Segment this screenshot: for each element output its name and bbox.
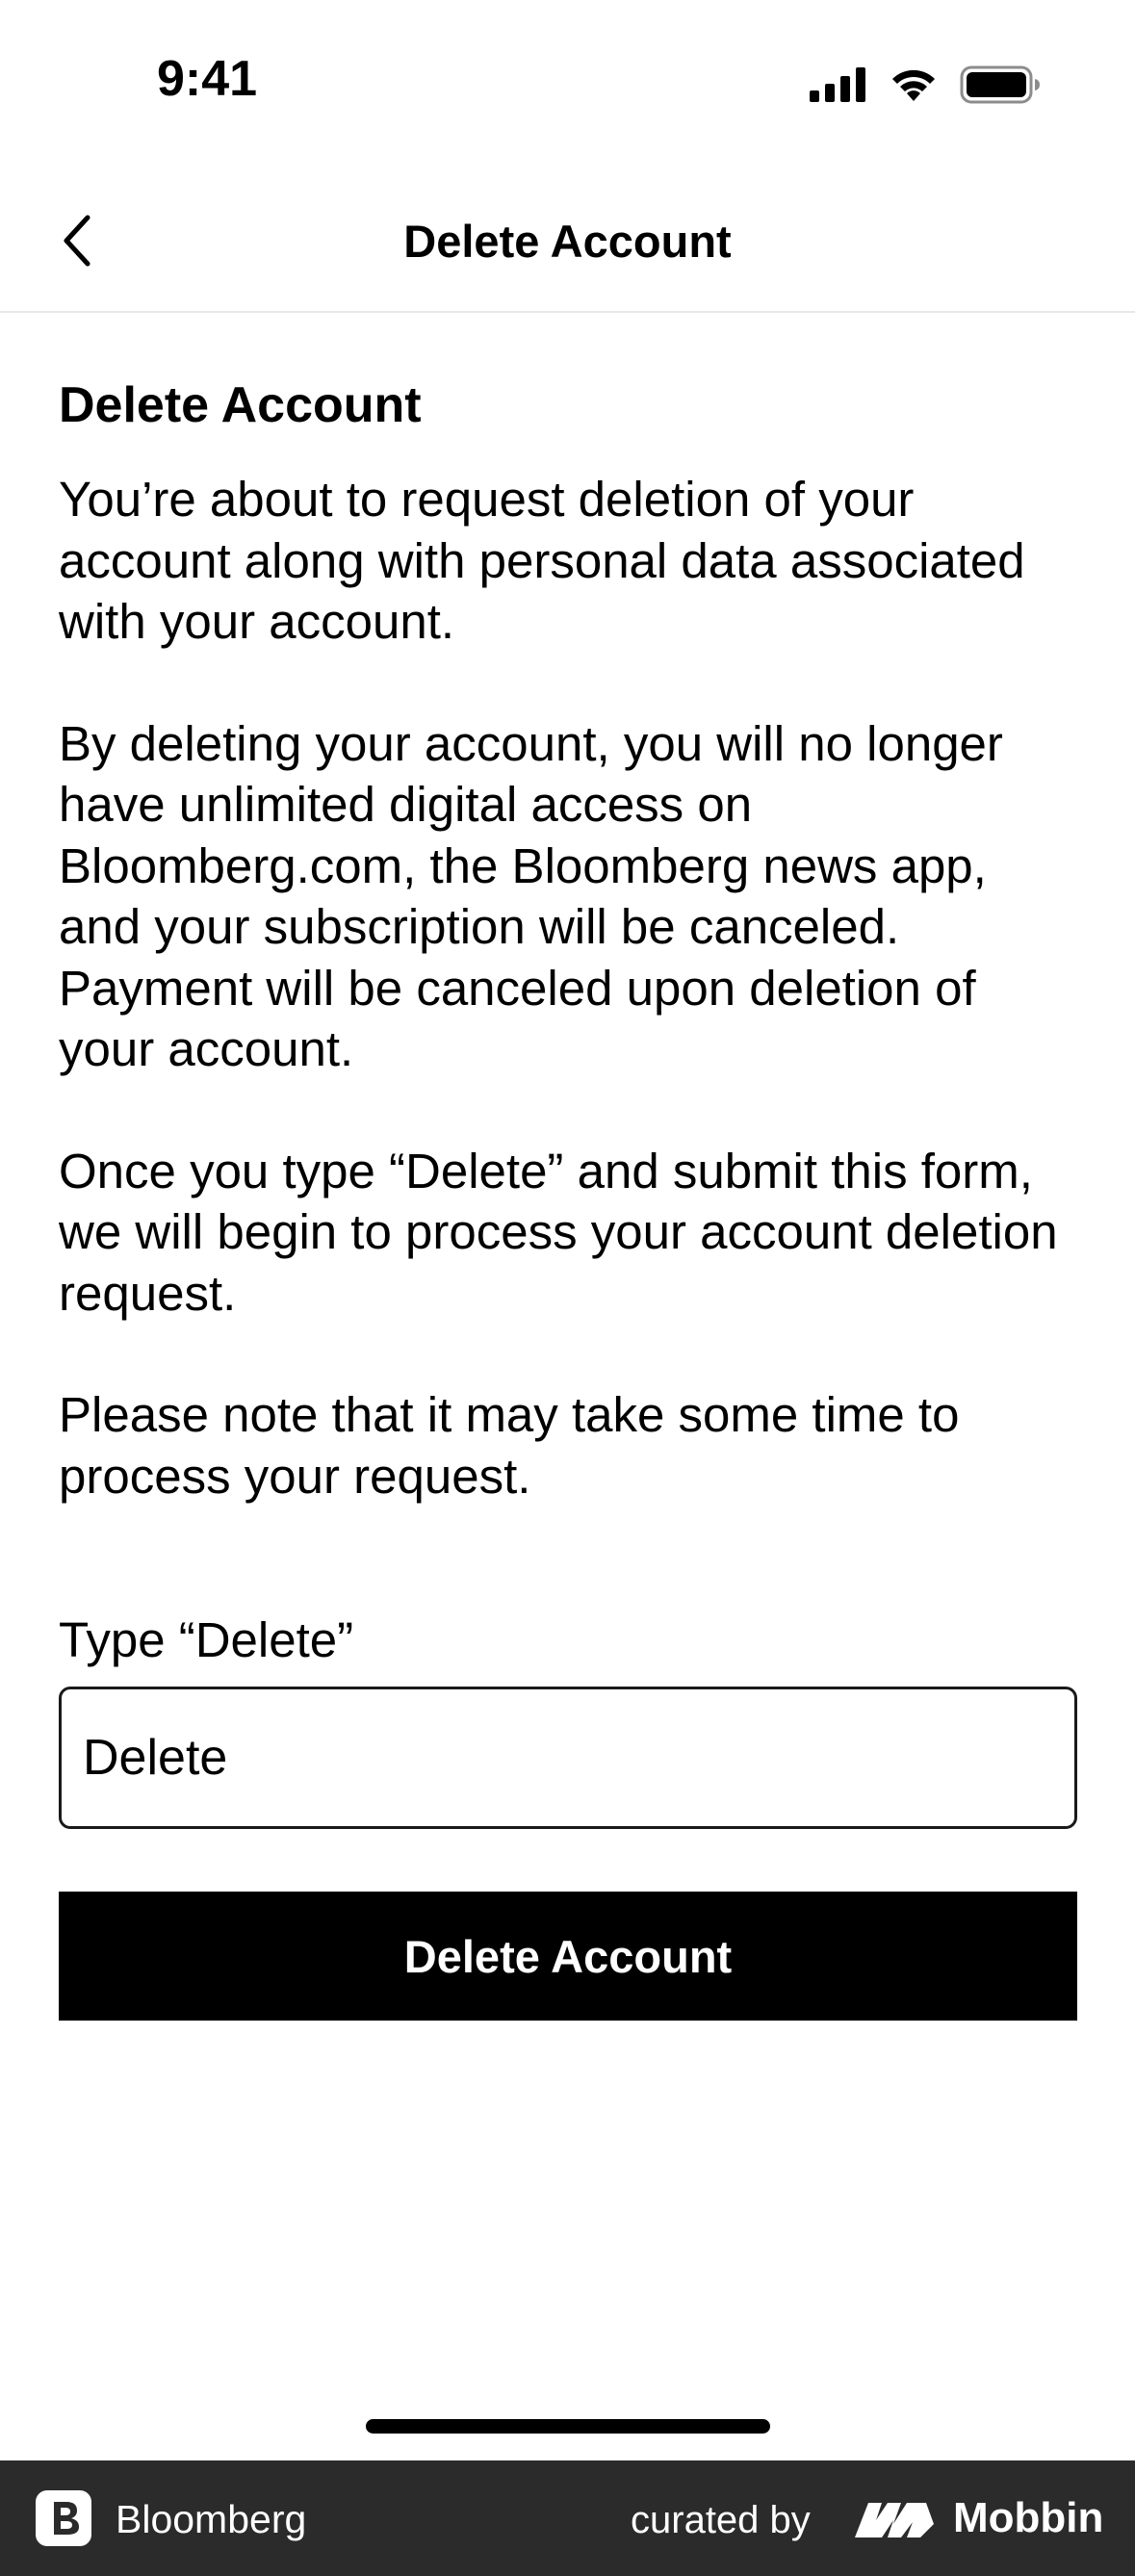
footer-mobbin: Mobbin (953, 2494, 1104, 2541)
nav-bar: Delete Account (0, 168, 1135, 313)
footer: Bloomberg curated by Mobbin (0, 2460, 1135, 2576)
mobbin-logo-icon (855, 2503, 934, 2537)
battery-icon (960, 65, 1040, 104)
section-heading: Delete Account (59, 377, 422, 433)
paragraph-intro: You’re about to request deletion of your… (59, 472, 1025, 649)
paragraph-note: Please note that it may take some time t… (59, 1387, 960, 1504)
wifi-icon (892, 69, 935, 101)
screen: 9:41 Delete Account Delete Account You’r… (0, 0, 1135, 2576)
footer-brand: Bloomberg (116, 2497, 307, 2541)
paragraph-access: By deleting your account, you will no lo… (59, 715, 1003, 1077)
delete-field-label: Type “Delete” (59, 1612, 354, 1667)
delete-account-button[interactable]: Delete Account (59, 1892, 1077, 2021)
status-bar: 9:41 (0, 0, 1135, 154)
home-indicator (366, 2419, 770, 2434)
bloomberg-logo-icon (35, 2489, 92, 2547)
paragraph-process: Once you type “Delete” and submit this f… (59, 1143, 1058, 1321)
status-time: 9:41 (157, 51, 258, 107)
content: Delete Account You’re about to request d… (59, 371, 1079, 1567)
footer-curated-by: curated by (631, 2499, 811, 2541)
nav-title: Delete Account (403, 216, 732, 267)
status-icons (810, 64, 1041, 106)
delete-confirm-input[interactable] (59, 1687, 1077, 1829)
cellular-signal-icon (810, 67, 865, 102)
